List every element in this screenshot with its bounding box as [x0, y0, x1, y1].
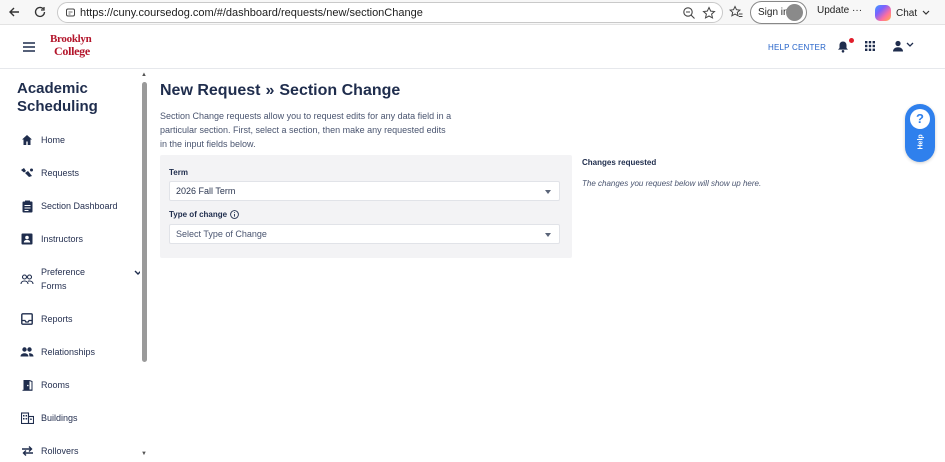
site-info-icon[interactable]: [65, 7, 76, 18]
term-label: Term: [169, 168, 188, 177]
sidebar-item-label: Instructors: [41, 234, 84, 244]
scroll-up-icon[interactable]: ▲: [141, 72, 147, 78]
sidebar-item-reports[interactable]: Reports: [20, 312, 140, 326]
notifications-bell-icon[interactable]: [837, 40, 849, 53]
group-icon: [20, 345, 34, 359]
sidebar-item-section-dashboard[interactable]: Section Dashboard: [20, 199, 140, 213]
term-dropdown-caret-icon: [545, 190, 551, 194]
people-icon: [20, 272, 34, 286]
breadcrumb-separator: »: [265, 82, 275, 99]
sidebar-item-label: Requests: [41, 168, 80, 178]
info-icon[interactable]: [230, 210, 239, 219]
help-widget-label: Help: [917, 134, 925, 150]
help-question-icon: ?: [910, 109, 930, 129]
sidebar-item-requests[interactable]: Requests: [20, 166, 140, 180]
chat-chevron-icon: [922, 10, 930, 15]
type-of-change-label: Type of change: [169, 210, 239, 219]
chat-label: Chat: [896, 7, 918, 19]
logo-line-2: College: [54, 44, 90, 58]
copilot-chat-button[interactable]: Chat: [875, 5, 930, 21]
app-header: Brooklyn College HELP CENTER: [0, 26, 945, 69]
badge-icon: [20, 232, 34, 246]
sidebar-item-preference-forms[interactable]: Preference Forms: [20, 265, 142, 293]
inbox-icon: [20, 312, 34, 326]
sign-in-button[interactable]: Sign in: [750, 1, 807, 24]
sidebar-item-relationships[interactable]: Relationships: [20, 345, 140, 359]
hamburger-menu-icon[interactable]: [22, 41, 36, 53]
sidebar-item-buildings[interactable]: Buildings: [20, 411, 140, 425]
update-button[interactable]: Update ···: [817, 5, 862, 16]
term-label-text: Term: [169, 168, 188, 177]
sidebar-item-rooms[interactable]: Rooms: [20, 378, 140, 392]
sidebar-title: Academic Scheduling: [17, 80, 98, 115]
changes-requested-note: The changes you request below will show …: [582, 179, 762, 188]
clipboard-icon: [20, 199, 34, 213]
copilot-icon: [875, 5, 891, 21]
requests-icon: [20, 166, 34, 180]
sidebar-scroll-thumb[interactable]: [142, 82, 147, 362]
update-label: Update: [817, 5, 850, 16]
favorites-icon[interactable]: [729, 5, 743, 19]
page-title-parent: New Request: [160, 82, 261, 99]
sign-in-label: Sign in: [758, 7, 789, 18]
changes-requested-heading: Changes requested: [582, 158, 657, 167]
profile-avatar-icon: [786, 4, 803, 21]
rollover-icon: [20, 444, 34, 458]
apps-grid-icon[interactable]: [865, 41, 875, 51]
scroll-down-icon[interactable]: ▼: [141, 451, 147, 457]
sidebar-item-home[interactable]: Home: [20, 133, 140, 147]
url-text: https://cuny.coursedog.com/#/dashboard/r…: [80, 6, 423, 19]
page-title: New Request» Section Change: [160, 82, 400, 100]
user-account-icon[interactable]: [892, 40, 904, 52]
address-bar[interactable]: https://cuny.coursedog.com/#/dashboard/r…: [57, 2, 723, 23]
sidebar-item-label: Section Dashboard: [41, 201, 118, 211]
type-of-change-label-text: Type of change: [169, 210, 228, 219]
type-of-change-placeholder: Select Type of Change: [176, 229, 267, 239]
home-icon: [20, 133, 34, 147]
brooklyn-college-logo[interactable]: Brooklyn College: [50, 34, 112, 62]
request-form-panel: Term 2026 Fall Term Type of change Selec…: [160, 155, 572, 258]
sidebar: Academic Scheduling Home Requests Sectio…: [0, 70, 150, 462]
sidebar-item-label: Relationships: [41, 347, 96, 357]
notification-badge: [849, 38, 854, 43]
building-icon: [20, 411, 34, 425]
browser-toolbar: https://cuny.coursedog.com/#/dashboard/r…: [0, 0, 945, 25]
term-select[interactable]: 2026 Fall Term: [169, 181, 560, 201]
intro-text: Section Change requests allow you to req…: [160, 111, 452, 149]
term-select-value: 2026 Fall Term: [176, 186, 236, 196]
zoom-icon[interactable]: [682, 6, 696, 20]
help-center-link[interactable]: HELP CENTER: [768, 43, 826, 52]
help-widget-button[interactable]: ? Help: [905, 104, 935, 162]
more-menu-icon[interactable]: ···: [852, 5, 862, 16]
sidebar-item-label: Rollovers: [41, 446, 79, 456]
sidebar-item-label: Rooms: [41, 380, 70, 390]
sidebar-item-rollovers[interactable]: Rollovers: [20, 444, 140, 458]
type-of-change-select[interactable]: Select Type of Change: [169, 224, 560, 244]
user-menu-chevron-icon[interactable]: [906, 42, 914, 48]
sidebar-item-label: Preference Forms: [41, 267, 86, 291]
door-icon: [20, 378, 34, 392]
sidebar-item-label: Buildings: [41, 413, 78, 423]
sidebar-item-label: Reports: [41, 314, 73, 324]
type-dropdown-caret-icon: [545, 233, 551, 237]
page-title-current: Section Change: [279, 82, 401, 99]
favorite-star-icon[interactable]: [702, 6, 716, 20]
sidebar-item-instructors[interactable]: Instructors: [20, 232, 140, 246]
reload-icon[interactable]: [31, 3, 49, 21]
sidebar-item-label: Home: [41, 135, 66, 145]
back-icon[interactable]: [5, 3, 23, 21]
